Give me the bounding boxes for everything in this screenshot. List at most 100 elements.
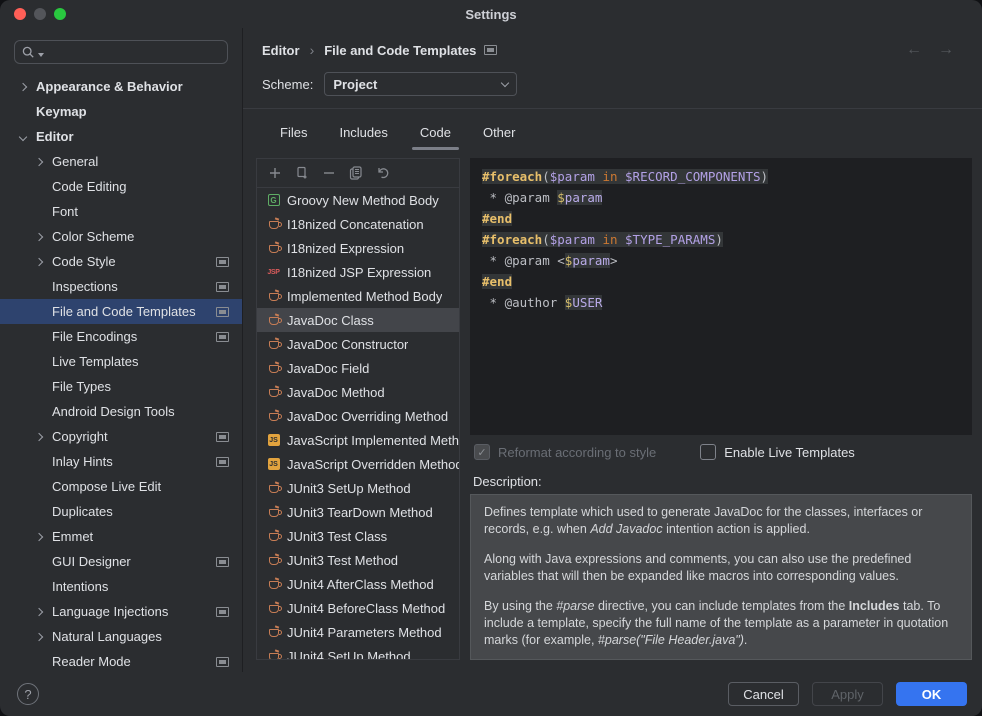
- tab-other[interactable]: Other: [470, 113, 529, 151]
- sidebar-item-android-design-tools[interactable]: Android Design Tools: [0, 399, 242, 424]
- chevron-right-icon[interactable]: [35, 257, 43, 265]
- sidebar-item-file-encodings[interactable]: File Encodings: [0, 324, 242, 349]
- tab-files[interactable]: Files: [267, 113, 320, 151]
- java-icon: [265, 507, 282, 517]
- sidebar-item-general[interactable]: General: [0, 149, 242, 174]
- java-icon: [265, 651, 282, 659]
- page-title: File and Code Templates: [324, 43, 476, 58]
- sidebar-item-label: Keymap: [36, 104, 87, 119]
- chevron-right-icon[interactable]: [35, 432, 43, 440]
- sidebar-item-font[interactable]: Font: [0, 199, 242, 224]
- ok-button[interactable]: OK: [896, 682, 967, 706]
- template-item-javadoc-overriding-method[interactable]: JavaDoc Overriding Method: [257, 404, 459, 428]
- template-item-implemented-method-body[interactable]: Implemented Method Body: [257, 284, 459, 308]
- sidebar-item-natural-languages[interactable]: Natural Languages: [0, 624, 242, 649]
- sidebar-item-code-style[interactable]: Code Style: [0, 249, 242, 274]
- chevron-right-icon[interactable]: [35, 232, 43, 240]
- enable-live-templates-checkbox[interactable]: Enable Live Templates: [700, 444, 855, 460]
- screen-icon: [216, 282, 229, 292]
- sidebar-item-label: File Encodings: [52, 329, 137, 344]
- scheme-label: Scheme:: [262, 77, 313, 92]
- sidebar-item-copyright[interactable]: Copyright: [0, 424, 242, 449]
- scheme-select[interactable]: Project: [324, 72, 517, 96]
- chevron-right-icon[interactable]: [35, 607, 43, 615]
- sidebar-item-emmet[interactable]: Emmet: [0, 524, 242, 549]
- template-item-i18nized-expression[interactable]: I18nized Expression: [257, 236, 459, 260]
- sidebar-item-language-injections[interactable]: Language Injections: [0, 599, 242, 624]
- cancel-button[interactable]: Cancel: [728, 682, 799, 706]
- copy-icon[interactable]: [349, 166, 363, 180]
- template-item-junit4-setup-method[interactable]: JUnit4 SetUp Method: [257, 644, 459, 659]
- template-code-editor[interactable]: #foreach($param in $RECORD_COMPONENTS) *…: [470, 158, 972, 435]
- sidebar-item-duplicates[interactable]: Duplicates: [0, 499, 242, 524]
- sidebar-item-code-editing[interactable]: Code Editing: [0, 174, 242, 199]
- sidebar-item-editor[interactable]: Editor: [0, 124, 242, 149]
- add-icon[interactable]: [268, 166, 282, 180]
- reset-icon[interactable]: [376, 166, 391, 180]
- template-item-i18nized-jsp-expression[interactable]: JSPI18nized JSP Expression: [257, 260, 459, 284]
- sidebar-item-inspections[interactable]: Inspections: [0, 274, 242, 299]
- java-icon: [265, 411, 282, 421]
- template-item-junit4-beforeclass-method[interactable]: JUnit4 BeforeClass Method: [257, 596, 459, 620]
- description-panel[interactable]: Defines template which used to generate …: [470, 494, 972, 660]
- sidebar-item-label: Code Style: [52, 254, 116, 269]
- duplicate-icon[interactable]: [295, 166, 309, 180]
- tab-code[interactable]: Code: [407, 113, 464, 151]
- template-item-junit3-setup-method[interactable]: JUnit3 SetUp Method: [257, 476, 459, 500]
- sidebar-item-compose-live-edit[interactable]: Compose Live Edit: [0, 474, 242, 499]
- apply-button: Apply: [812, 682, 883, 706]
- forward-arrow-icon[interactable]: →: [938, 41, 954, 59]
- template-item-label: JUnit3 Test Class: [287, 529, 387, 544]
- chevron-right-icon[interactable]: [35, 632, 43, 640]
- sidebar-item-label: Font: [52, 204, 78, 219]
- sidebar-item-label: General: [52, 154, 98, 169]
- template-item-junit3-teardown-method[interactable]: JUnit3 TearDown Method: [257, 500, 459, 524]
- remove-icon[interactable]: [322, 166, 336, 180]
- back-arrow-icon[interactable]: ←: [906, 41, 922, 59]
- chevron-right-icon[interactable]: [35, 157, 43, 165]
- template-item-junit4-parameters-method[interactable]: JUnit4 Parameters Method: [257, 620, 459, 644]
- template-item-groovy-new-method-body[interactable]: GGroovy New Method Body: [257, 188, 459, 212]
- template-item-javadoc-constructor[interactable]: JavaDoc Constructor: [257, 332, 459, 356]
- template-item-junit3-test-method[interactable]: JUnit3 Test Method: [257, 548, 459, 572]
- code-line: * @param <$param>: [482, 250, 960, 271]
- checkbox-unchecked-icon[interactable]: [700, 444, 716, 460]
- template-item-javadoc-class[interactable]: JavaDoc Class: [257, 308, 459, 332]
- template-item-label: JUnit3 Test Method: [287, 553, 398, 568]
- sidebar-item-appearance-behavior[interactable]: Appearance & Behavior: [0, 74, 242, 99]
- screen-icon: [216, 257, 229, 267]
- template-item-junit3-test-class[interactable]: JUnit3 Test Class: [257, 524, 459, 548]
- sidebar-item-color-scheme[interactable]: Color Scheme: [0, 224, 242, 249]
- template-item-label: JavaScript Implemented Method Body: [287, 433, 459, 448]
- template-item-i18nized-concatenation[interactable]: I18nized Concatenation: [257, 212, 459, 236]
- sidebar-item-inlay-hints[interactable]: Inlay Hints: [0, 449, 242, 474]
- template-item-junit4-afterclass-method[interactable]: JUnit4 AfterClass Method: [257, 572, 459, 596]
- sidebar-item-gui-designer[interactable]: GUI Designer: [0, 549, 242, 574]
- template-item-javascript-overridden-method-body[interactable]: JSJavaScript Overridden Method Body: [257, 452, 459, 476]
- sidebar-item-keymap[interactable]: Keymap: [0, 99, 242, 124]
- tab-includes[interactable]: Includes: [326, 113, 400, 151]
- chevron-down-icon: [501, 78, 509, 86]
- template-item-javadoc-field[interactable]: JavaDoc Field: [257, 356, 459, 380]
- sidebar-item-live-templates[interactable]: Live Templates: [0, 349, 242, 374]
- breadcrumb-root[interactable]: Editor: [262, 43, 300, 58]
- breadcrumb: Editor › File and Code Templates ← →: [262, 41, 954, 59]
- template-item-javadoc-method[interactable]: JavaDoc Method: [257, 380, 459, 404]
- chevron-right-icon[interactable]: [19, 82, 27, 90]
- scheme-separator: [243, 108, 982, 109]
- template-item-javascript-implemented-method-body[interactable]: JSJavaScript Implemented Method Body: [257, 428, 459, 452]
- help-icon[interactable]: ?: [17, 683, 39, 705]
- sidebar-item-reader-mode[interactable]: Reader Mode: [0, 649, 242, 672]
- template-item-label: I18nized Expression: [287, 241, 404, 256]
- list-toolbar: [257, 159, 459, 188]
- chevron-down-icon[interactable]: [19, 132, 27, 140]
- sidebar-item-file-types[interactable]: File Types: [0, 374, 242, 399]
- sidebar-item-intentions[interactable]: Intentions: [0, 574, 242, 599]
- sidebar-item-label: Natural Languages: [52, 629, 162, 644]
- template-item-label: JavaScript Overridden Method Body: [287, 457, 459, 472]
- search-options-caret-icon[interactable]: [38, 53, 44, 57]
- sidebar-item-file-and-code-templates[interactable]: File and Code Templates: [0, 299, 242, 324]
- jsp-icon: JSP: [265, 269, 282, 276]
- chevron-right-icon[interactable]: [35, 532, 43, 540]
- search-input[interactable]: [14, 40, 228, 64]
